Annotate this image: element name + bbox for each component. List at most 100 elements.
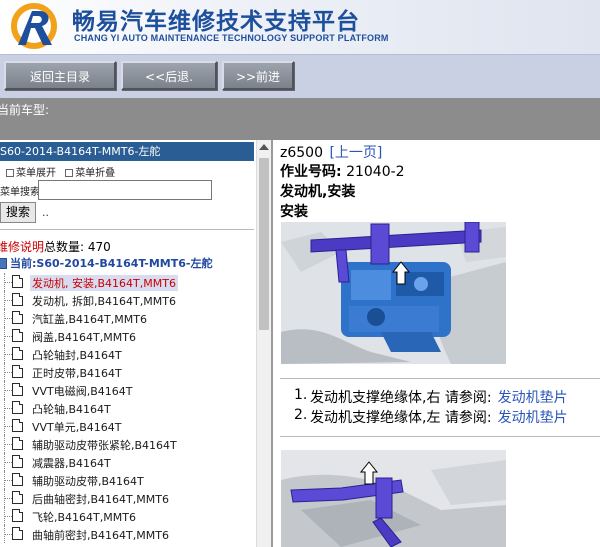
menu-expand-link[interactable]: 菜单展开 — [16, 168, 56, 179]
total-count-value: 470 — [87, 240, 111, 254]
total-count-label: 总数量: — [44, 240, 85, 254]
maintenance-count: 维修说明总数量: 470 — [0, 238, 111, 255]
logo-icon — [11, 3, 57, 49]
step-text: 发动机支撑绝缘体,右 请参阅: — [310, 390, 492, 406]
document-icon — [12, 293, 23, 306]
tree-item-label[interactable]: 汽缸盖,B4164T,MMT6 — [32, 311, 147, 327]
document-icon — [12, 401, 23, 414]
tree-item[interactable]: 飞轮,B4164T,MMT6 — [0, 507, 254, 525]
engine-install-illustration — [281, 222, 506, 364]
step-reference-link[interactable]: 发动机垫片 — [498, 390, 568, 406]
forward-button[interactable]: >>前进 — [222, 61, 294, 90]
divider — [0, 229, 254, 230]
tree-item-label[interactable]: 发动机, 安装,B4164T,MMT6 — [30, 275, 178, 291]
site-subtitle: CHANG YI AUTO MAINTENANCE TECHNOLOGY SUP… — [74, 33, 389, 43]
job-number-label: 作业号码: — [280, 164, 342, 180]
prev-page-link[interactable]: [上一页] — [329, 145, 382, 161]
document-icon — [12, 527, 23, 540]
tree-item-label[interactable]: 发动机, 拆卸,B4164T,MMT6 — [32, 293, 176, 309]
tree-item-label[interactable]: VVT电磁阀,B4164T — [32, 383, 133, 399]
document-icon — [12, 329, 23, 342]
tree-item[interactable]: 曲轴前密封,B4164T,MMT6 — [0, 525, 254, 543]
document-icon — [12, 365, 23, 378]
tree-item[interactable]: 凸轮轴,B4164T — [0, 399, 254, 417]
tree-item[interactable]: 正时皮带,B4164T — [0, 363, 254, 381]
scroll-up-arrow-icon[interactable] — [259, 144, 269, 150]
tree-item-label[interactable]: 辅助驱动皮带张紧轮,B4164T — [32, 437, 177, 453]
folder-icon — [0, 258, 7, 269]
tree-item[interactable]: 发动机, 安装,B4164T,MMT6 — [0, 273, 254, 291]
tree-item[interactable]: VVT电磁阀,B4164T — [0, 381, 254, 399]
step-number: 1. — [294, 387, 308, 403]
page-code-row: z6500 [上一页] — [280, 142, 382, 162]
scrollbar-thumb[interactable] — [259, 158, 269, 330]
menu-search-input[interactable] — [38, 180, 212, 200]
document-icon — [12, 455, 23, 468]
back-button[interactable]: <<后退. — [121, 61, 217, 90]
expand-box-icon[interactable] — [6, 169, 14, 177]
tree-item[interactable]: 凸轮轴封,B4164T — [0, 345, 254, 363]
document-icon — [12, 419, 23, 432]
tree-item[interactable]: 后曲轴密封,B4164T,MMT6 — [0, 489, 254, 507]
tree-item[interactable]: 辅助驱动皮带张紧轮,B4164T — [0, 435, 254, 453]
menu-search-label: 菜单搜索 — [0, 187, 40, 198]
document-icon — [12, 473, 23, 486]
divider — [280, 378, 600, 379]
document-icon — [12, 347, 23, 360]
step-item: 1. 发动机支撑绝缘体,右 请参阅: 发动机垫片 — [280, 385, 600, 406]
step-item: 2. 发动机支撑绝缘体,左 请参阅: 发动机垫片 — [280, 405, 600, 426]
car-type-bar: 当前车型: — [0, 98, 600, 140]
tree-item[interactable]: VVT单元,B4164T — [0, 417, 254, 435]
tree-item[interactable]: 辅助驱动皮带,B4164T — [0, 471, 254, 489]
document-title: 发动机,安装 — [280, 184, 356, 200]
document-icon — [12, 509, 23, 522]
tree-item[interactable]: 发动机, 拆卸,B4164T,MMT6 — [0, 291, 254, 309]
search-button[interactable]: 搜索 — [0, 202, 36, 223]
menu-toggle-row: 菜单展开 菜单折叠 — [0, 164, 115, 179]
left-scrollbar[interactable] — [256, 140, 271, 547]
maintenance-label[interactable]: 维修说明 — [0, 240, 44, 254]
tree-item-label[interactable]: 凸轮轴封,B4164T — [32, 347, 122, 363]
job-number-row: 作业号码: 21040-2 — [280, 161, 405, 181]
divider — [280, 436, 600, 437]
step-text: 发动机支撑绝缘体,左 请参阅: — [310, 410, 492, 426]
tree-item[interactable]: 汽缸盖,B4164T,MMT6 — [0, 309, 254, 327]
document-subtitle: 安装 — [280, 204, 308, 220]
tree-item-label[interactable]: 减震器,B4164T — [32, 455, 111, 471]
current-model-node[interactable]: 当前:S60-2014-B4164T-MMT6-左舵 — [0, 255, 212, 271]
menu-collapse-link[interactable]: 菜单折叠 — [75, 168, 115, 179]
procedure-tree: 发动机, 安装,B4164T,MMT6 发动机, 拆卸,B4164T,MMT6 … — [0, 273, 254, 543]
tree-item-label[interactable]: 阀盖,B4164T,MMT6 — [32, 329, 136, 345]
tree-item-label[interactable]: 凸轮轴,B4164T — [32, 401, 111, 417]
site-title: 畅易汽车维修技术支持平台 — [72, 9, 360, 35]
nav-bar: 返回主目录 <<后退. >>前进 — [0, 54, 600, 98]
step-reference-link[interactable]: 发动机垫片 — [498, 410, 568, 426]
tree-item-label[interactable]: 后曲轴密封,B4164T,MMT6 — [32, 491, 169, 507]
menu-title-bar: S60-2014-B4164T-MMT6-左舵 — [0, 142, 254, 161]
engine-bracket-illustration — [281, 450, 506, 547]
collapse-box-icon[interactable] — [65, 169, 74, 177]
tree-item-label[interactable]: 曲轴前密封,B4164T,MMT6 — [32, 527, 169, 543]
step-list: 1. 发动机支撑绝缘体,右 请参阅: 发动机垫片 2. 发动机支撑绝缘体,左 请参… — [280, 385, 600, 426]
page-code: z6500 — [280, 145, 323, 161]
tree-item[interactable]: 阀盖,B4164T,MMT6 — [0, 327, 254, 345]
job-number-value: 21040-2 — [346, 164, 405, 180]
document-icon — [12, 437, 23, 450]
tree-item-label[interactable]: 正时皮带,B4164T — [32, 365, 122, 381]
left-menu-pane: S60-2014-B4164T-MMT6-左舵 菜单展开 菜单折叠 菜单搜索 搜… — [0, 140, 273, 547]
document-icon — [12, 383, 23, 396]
car-type-label: 当前车型: — [0, 103, 50, 117]
search-dots: .. — [42, 206, 49, 219]
home-button[interactable]: 返回主目录 — [4, 61, 116, 90]
document-icon — [12, 491, 23, 504]
document-icon — [12, 275, 23, 288]
step-number: 2. — [294, 407, 308, 423]
current-model-label: 当前:S60-2014-B4164T-MMT6-左舵 — [10, 257, 213, 270]
document-icon — [12, 311, 23, 324]
tree-item-label[interactable]: 辅助驱动皮带,B4164T — [32, 473, 144, 489]
header-banner: 畅易汽车维修技术支持平台 CHANG YI AUTO MAINTENANCE T… — [0, 0, 600, 54]
content-pane: z6500 [上一页] 作业号码: 21040-2 发动机,安装 安装 1. 发… — [276, 140, 600, 547]
tree-item-label[interactable]: VVT单元,B4164T — [32, 419, 122, 435]
tree-item[interactable]: 减震器,B4164T — [0, 453, 254, 471]
tree-item-label[interactable]: 飞轮,B4164T,MMT6 — [32, 509, 136, 525]
